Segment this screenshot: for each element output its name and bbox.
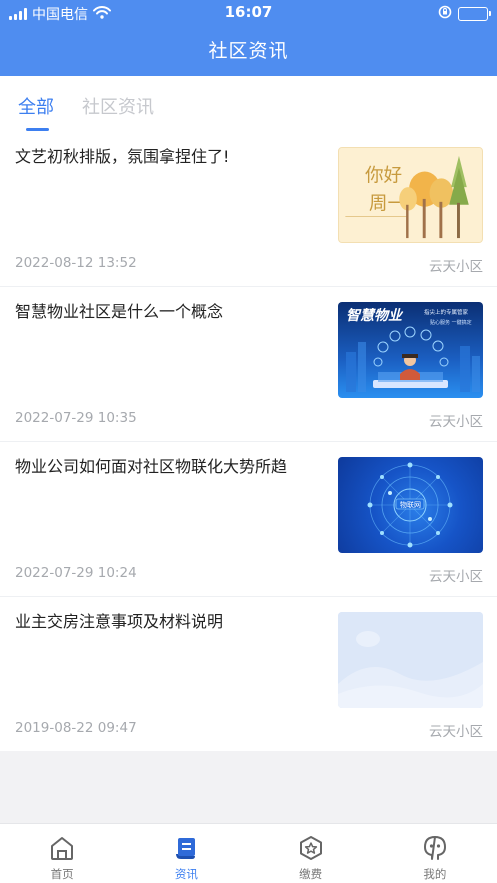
nav-profile[interactable]: 我的 (373, 824, 497, 883)
thumb-text: 你好 (365, 165, 402, 186)
nav-label: 我的 (423, 867, 447, 881)
nav-home[interactable]: 首页 (0, 824, 124, 883)
news-date: 2019-08-22 09:47 (15, 720, 137, 736)
nav-label: 资讯 (174, 867, 198, 881)
category-tabs: 全部 社区资讯 (0, 76, 497, 132)
thumb-text: 贴心服务 一键搞定 (430, 319, 472, 326)
news-source: 云天小区 (429, 724, 483, 740)
tab-community-news[interactable]: 社区资讯 (82, 93, 154, 119)
news-item[interactable]: 文艺初秋排版，氛围拿捏住了! 你好 周一 2022-08-12 13:52 云天… (0, 132, 497, 287)
thumb-text: 指尖上的专属管家 (424, 308, 469, 316)
home-icon (48, 834, 76, 862)
news-thumbnail: 你好 周一 (338, 147, 483, 243)
tab-all[interactable]: 全部 (18, 93, 54, 119)
news-title: 文艺初秋排版，氛围拿捏住了! (15, 147, 230, 166)
news-thumbnail: 智慧物业 指尖上的专属管家 贴心服务 一键搞定 (338, 302, 483, 398)
news-list: 文艺初秋排版，氛围拿捏住了! 你好 周一 2022-08-12 13:52 云天… (0, 132, 497, 751)
news-source: 云天小区 (429, 259, 483, 275)
status-bar: 中国电信 16:07 (0, 0, 497, 26)
news-title: 物业公司如何面对社区物联化大势所趋 (15, 457, 288, 476)
thumb-text: 物联网 (400, 500, 421, 509)
news-thumbnail: 物联网 (338, 457, 483, 553)
payment-icon (297, 834, 325, 862)
rotation-lock-icon (438, 5, 452, 23)
thumb-text: 智慧物业 (346, 307, 404, 324)
nav-news[interactable]: 资讯 (124, 824, 248, 883)
news-item[interactable]: 物业公司如何面对社区物联化大势所趋 物联网 2022-07-29 10:24 云… (0, 442, 497, 597)
nav-payment[interactable]: 缴费 (249, 824, 373, 883)
news-item[interactable]: 业主交房注意事项及材料说明 2019-08-22 09:47 云天小区 (0, 597, 497, 751)
news-date: 2022-07-29 10:35 (15, 410, 137, 426)
active-tab-indicator (26, 128, 49, 131)
bottom-nav: 首页 资讯 缴费 我的 (0, 823, 497, 883)
news-title: 业主交房注意事项及材料说明 (15, 612, 224, 631)
news-item[interactable]: 智慧物业社区是什么一个概念 智慧物业 指尖上的专属管家 贴心服务 一键搞定 20… (0, 287, 497, 442)
nav-label: 缴费 (299, 867, 323, 881)
image-placeholder-icon (338, 612, 483, 708)
status-right (438, 5, 491, 23)
news-source: 云天小区 (429, 569, 483, 585)
news-icon (172, 834, 200, 862)
status-time: 16:07 (224, 3, 273, 21)
news-title: 智慧物业社区是什么一个概念 (15, 302, 224, 321)
app-header: 中国电信 16:07 社区资讯 (0, 0, 497, 76)
profile-icon (421, 834, 449, 862)
news-source: 云天小区 (429, 414, 483, 430)
page-title: 社区资讯 (208, 40, 289, 62)
nav-label: 首页 (50, 867, 74, 881)
news-date: 2022-08-12 13:52 (15, 255, 137, 271)
battery-icon (458, 7, 491, 21)
news-date: 2022-07-29 10:24 (15, 565, 137, 581)
